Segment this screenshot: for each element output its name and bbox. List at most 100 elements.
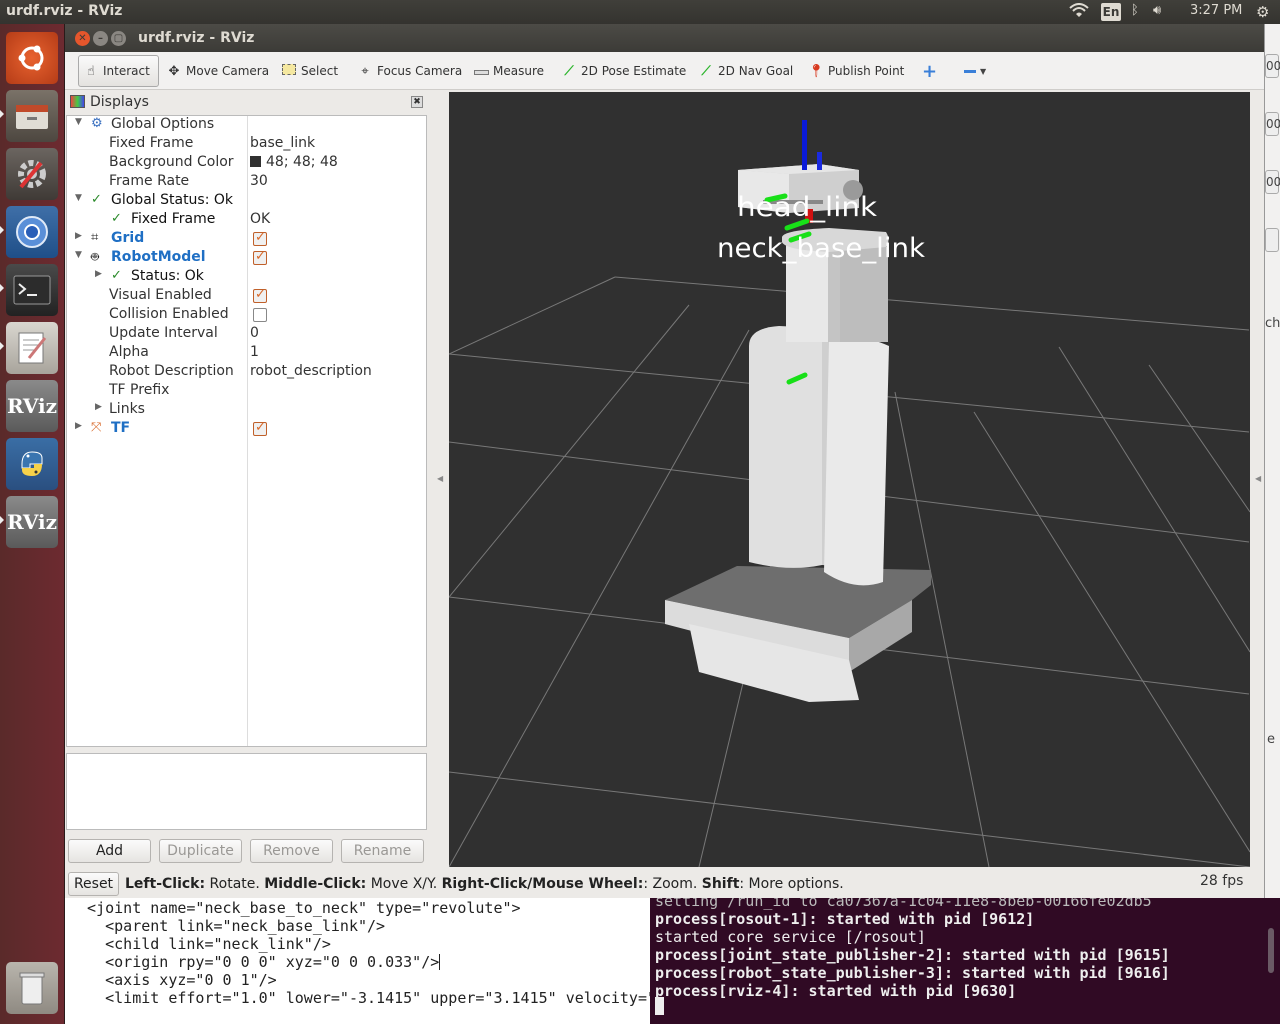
pose-arrow-icon: ⟋ <box>564 63 574 79</box>
update-interval-value[interactable]: 0 <box>250 325 259 341</box>
measure-tool-label: Measure <box>493 64 544 78</box>
remove-display-button[interactable]: Remove <box>250 839 333 863</box>
background-window-fragment: e <box>1267 732 1275 747</box>
tree-row-visual-enabled[interactable]: Visual Enabled <box>67 287 426 306</box>
interact-tool-button[interactable]: ☝ Interact <box>78 55 159 87</box>
add-tool-plus-icon[interactable]: + <box>918 58 941 84</box>
chromium-icon[interactable] <box>6 206 58 258</box>
terminal-window[interactable]: setting /run_id to ca07367a-1c04-11e8-8b… <box>650 898 1280 1024</box>
measure-icon <box>473 64 489 79</box>
robotmodel-enabled-checkbox[interactable] <box>253 249 267 265</box>
close-icon[interactable]: ✖ <box>411 96 423 108</box>
system-settings-icon[interactable] <box>6 148 58 200</box>
nav-goal-tool-button[interactable]: ⟋ 2D Nav Goal <box>694 58 797 84</box>
rename-display-button[interactable]: Rename <box>341 839 424 863</box>
background-color-value[interactable]: 48; 48; 48 <box>250 154 338 170</box>
collision-enabled-checkbox[interactable] <box>253 308 267 322</box>
panel-splitter-handle[interactable]: ◀ <box>437 474 443 483</box>
tree-row-grid[interactable]: ▶ ⌗ Grid <box>67 230 426 249</box>
remove-tool-menu-button[interactable]: ▼ <box>960 58 990 84</box>
terminal-line: process[robot_state_publisher-3]: starte… <box>655 964 1170 982</box>
duplicate-display-button[interactable]: Duplicate <box>159 839 242 863</box>
tree-row-robot-description[interactable]: Robot Description robot_description <box>67 363 426 382</box>
expand-arrow-icon[interactable]: ▼ <box>75 250 82 260</box>
panel-splitter-handle-right[interactable]: ◀ <box>1255 474 1261 483</box>
nav-goal-tool-label: 2D Nav Goal <box>718 64 794 78</box>
tree-row-global-status[interactable]: ▼ ✓ Global Status: Ok <box>67 192 426 211</box>
trash-icon[interactable] <box>6 962 58 1014</box>
displays-tree[interactable]: ▼ ⚙ Global Options Fixed Frame base_link… <box>66 115 427 747</box>
tree-row-alpha[interactable]: Alpha 1 <box>67 344 426 363</box>
tree-row-robotmodel[interactable]: ▼ 🤖︎ RobotModel <box>67 249 426 268</box>
tree-row-background-color[interactable]: Background Color 48; 48; 48 <box>67 154 426 173</box>
grid-enabled-checkbox[interactable] <box>253 230 267 246</box>
publish-point-tool-button[interactable]: 📍︎ Publish Point <box>804 58 908 84</box>
pose-estimate-tool-button[interactable]: ⟋ 2D Pose Estimate <box>557 58 690 84</box>
select-tool-button[interactable]: Select <box>277 58 342 84</box>
python-icon[interactable] <box>6 438 58 490</box>
tree-row-label: TF <box>111 420 131 436</box>
files-icon[interactable] <box>6 90 58 142</box>
tree-row-status-fixed-frame[interactable]: ✓ Fixed Frame OK <box>67 211 426 230</box>
tree-row-update-interval[interactable]: Update Interval 0 <box>67 325 426 344</box>
ubuntu-dash-icon[interactable] <box>6 32 58 84</box>
expand-arrow-icon[interactable]: ▼ <box>75 117 82 127</box>
tf-enabled-checkbox[interactable] <box>253 420 267 436</box>
collapse-arrow-icon[interactable]: ▶ <box>75 231 82 241</box>
close-window-button[interactable]: ✕ <box>75 31 90 46</box>
focus-camera-tool-button[interactable]: ⌖ Focus Camera <box>353 58 466 84</box>
rviz-toolbar: ☝ Interact ✥ Move Camera Select ⌖ Focus Cam… <box>65 52 1264 90</box>
rviz-launcher-icon[interactable]: RViz <box>6 380 58 432</box>
collapse-arrow-icon[interactable]: ▶ <box>95 269 102 279</box>
checkmark-icon: ✓ <box>111 211 122 226</box>
move-camera-tool-button[interactable]: ✥ Move Camera <box>162 58 273 84</box>
visual-enabled-checkbox[interactable] <box>253 287 267 303</box>
wifi-icon[interactable] <box>1069 3 1089 23</box>
add-display-button[interactable]: Add <box>68 839 151 863</box>
tree-row-links[interactable]: ▶ Links <box>67 401 426 420</box>
tree-row-robotmodel-status[interactable]: ▶ ✓ Status: Ok <box>67 268 426 287</box>
alpha-value[interactable]: 1 <box>250 344 259 360</box>
tree-row-label: RobotModel <box>111 249 206 265</box>
fixed-frame-status-value: OK <box>250 211 271 227</box>
status-bar: Reset Left-Click: Rotate. Middle-Click: … <box>65 871 1264 898</box>
fixed-frame-value[interactable]: base_link <box>250 135 315 151</box>
background-window-fragment[interactable]: 00 <box>1265 170 1280 194</box>
gear-icon[interactable]: ⚙ <box>1256 3 1269 21</box>
terminal-line: started core service [/rosout] <box>655 928 926 946</box>
background-window-fragment[interactable]: 00 <box>1265 112 1280 136</box>
terminal-scrollbar[interactable] <box>1266 898 1276 1024</box>
tree-row-global-options[interactable]: ▼ ⚙ Global Options <box>67 116 426 135</box>
monitor-icon <box>70 95 85 108</box>
rviz-launcher-icon-active[interactable]: RViz <box>6 496 58 548</box>
bluetooth-icon[interactable]: ᛒ <box>1131 3 1139 18</box>
terminal-icon[interactable] <box>6 264 58 316</box>
tree-row-fixed-frame[interactable]: Fixed Frame base_link <box>67 135 426 154</box>
background-window-button[interactable] <box>1265 228 1279 252</box>
collapse-arrow-icon[interactable]: ▶ <box>95 402 102 412</box>
3d-render-view[interactable]: head_link neck_base_link <box>449 92 1250 867</box>
keyboard-layout-indicator[interactable]: En <box>1101 3 1121 21</box>
background-window-fragment[interactable]: 00 <box>1265 54 1280 78</box>
tree-row-tf[interactable]: ▶ ⤧ TF <box>67 420 426 439</box>
window-titlebar[interactable]: ✕ – ▢ urdf.rviz - RViz <box>65 24 1264 52</box>
tree-row-frame-rate[interactable]: Frame Rate 30 <box>67 173 426 192</box>
minimize-window-button[interactable]: – <box>93 31 108 46</box>
measure-tool-button[interactable]: Measure <box>469 58 548 84</box>
collapse-arrow-icon[interactable]: ▶ <box>75 421 82 431</box>
rviz-window: ✕ – ▢ urdf.rviz - RViz ☝ Interact ✥ Move C… <box>65 24 1264 898</box>
map-pin-icon: 📍︎ <box>808 63 825 79</box>
text-editor-window[interactable]: <joint name="neck_base_to_neck" type="re… <box>65 898 650 1024</box>
volume-icon[interactable]: 🔊︎ <box>1153 3 1161 18</box>
terminal-cursor <box>655 997 664 1015</box>
tree-row-tf-prefix[interactable]: TF Prefix <box>67 382 426 401</box>
displays-panel: Displays ✖ ▼ ⚙ Global Options Fixed Fram… <box>66 92 427 866</box>
robot-description-value[interactable]: robot_description <box>250 363 372 379</box>
frame-rate-value[interactable]: 30 <box>250 173 268 189</box>
text-editor-icon[interactable] <box>6 322 58 374</box>
tree-row-collision-enabled[interactable]: Collision Enabled <box>67 306 426 325</box>
reset-view-button[interactable]: Reset <box>68 872 119 896</box>
maximize-window-button[interactable]: ▢ <box>111 31 126 46</box>
expand-arrow-icon[interactable]: ▼ <box>75 193 82 203</box>
clock[interactable]: 3:27 PM <box>1190 3 1242 18</box>
